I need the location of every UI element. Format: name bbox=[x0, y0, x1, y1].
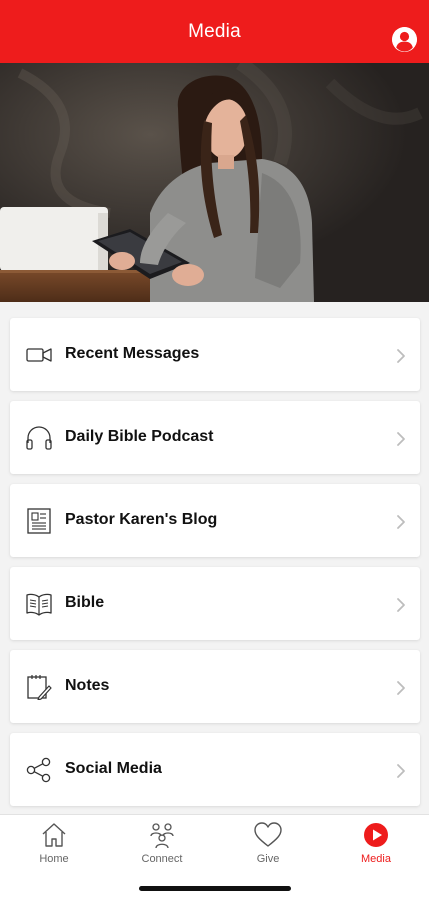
tab-label: Media bbox=[361, 853, 391, 865]
tab-label: Connect bbox=[141, 853, 183, 865]
menu-item-label: Social Media bbox=[65, 760, 162, 777]
menu-item-recent-messages[interactable]: Recent Messages bbox=[10, 318, 420, 391]
share-icon bbox=[26, 757, 51, 783]
tab-label: Home bbox=[39, 853, 69, 865]
video-camera-icon bbox=[26, 348, 52, 362]
chevron-right-icon bbox=[397, 515, 405, 529]
article-icon bbox=[27, 508, 51, 534]
menu-item-pastor-blog[interactable]: Pastor Karen's Blog bbox=[10, 484, 420, 557]
people-icon bbox=[150, 823, 174, 849]
chevron-right-icon bbox=[397, 764, 405, 778]
heart-icon bbox=[254, 822, 282, 847]
chevron-right-icon bbox=[397, 681, 405, 695]
headphones-icon bbox=[26, 426, 52, 450]
woman-reading-tablet-photo bbox=[0, 63, 429, 302]
top-app-bar: Media bbox=[0, 0, 429, 63]
tab-label: Give bbox=[256, 853, 280, 865]
page-title: Media bbox=[188, 20, 241, 42]
tab-connect[interactable]: Connect bbox=[117, 821, 207, 873]
menu-item-label: Bible bbox=[65, 594, 105, 611]
media-menu-list: Recent Messages Daily Bible Podcast Past… bbox=[10, 318, 420, 816]
tab-media[interactable]: Media bbox=[331, 821, 421, 873]
home-indicator[interactable] bbox=[139, 886, 291, 891]
tab-home[interactable]: Home bbox=[9, 821, 99, 873]
chevron-right-icon bbox=[397, 432, 405, 446]
menu-item-label: Daily Bible Podcast bbox=[65, 428, 214, 445]
menu-item-social-media[interactable]: Social Media bbox=[10, 733, 420, 806]
user-circle-icon bbox=[392, 27, 417, 52]
menu-item-daily-bible-podcast[interactable]: Daily Bible Podcast bbox=[10, 401, 420, 474]
home-icon bbox=[42, 823, 66, 847]
menu-item-notes[interactable]: Notes bbox=[10, 650, 420, 723]
chevron-right-icon bbox=[397, 349, 405, 363]
notepad-pencil-icon bbox=[27, 675, 52, 700]
play-circle-icon bbox=[364, 823, 388, 847]
hero-image bbox=[0, 63, 429, 302]
menu-item-bible[interactable]: Bible bbox=[10, 567, 420, 640]
tab-give[interactable]: Give bbox=[223, 821, 313, 873]
menu-item-label: Recent Messages bbox=[65, 345, 200, 362]
profile-button[interactable] bbox=[392, 27, 417, 52]
menu-item-label: Notes bbox=[65, 677, 110, 694]
open-book-icon bbox=[26, 593, 52, 616]
chevron-right-icon bbox=[397, 598, 405, 612]
menu-item-label: Pastor Karen's Blog bbox=[65, 511, 218, 528]
